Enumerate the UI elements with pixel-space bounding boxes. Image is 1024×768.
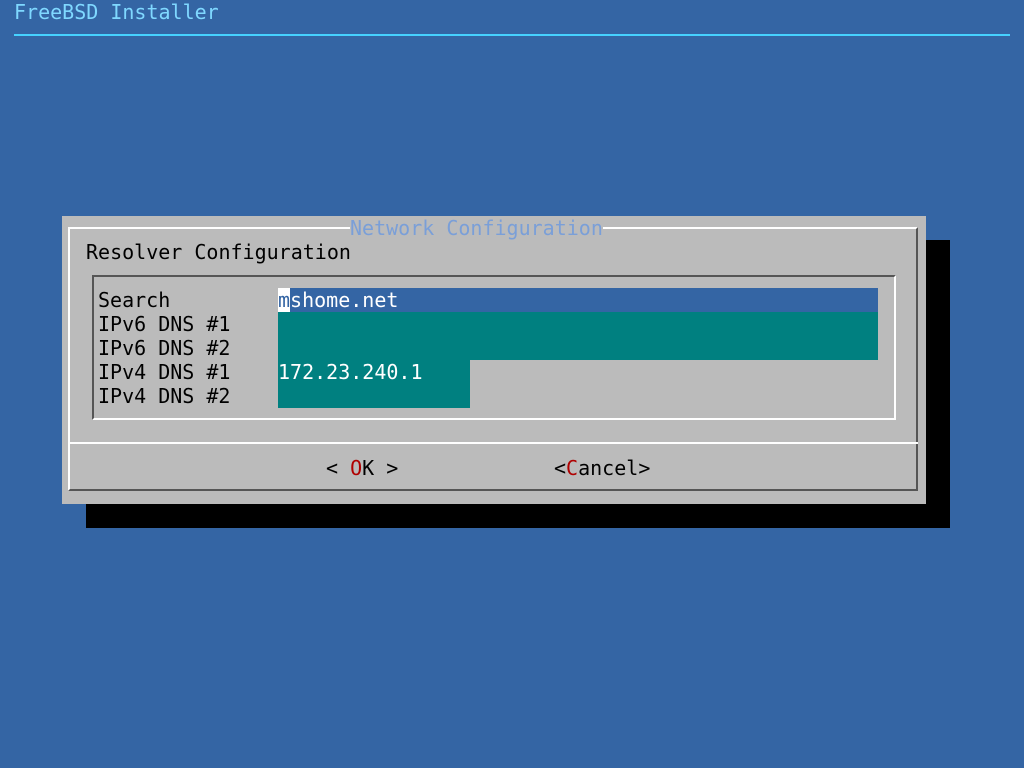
cancel-left-bracket: < [554,456,567,480]
search-value: shome.net [290,288,399,312]
ok-button[interactable]: < OK > [326,456,398,480]
ipv4-dns-2-label: IPv4 DNS #2 [98,384,231,408]
ok-hotkey: O [350,456,363,480]
installer-backtitle: FreeBSD Installer [14,0,219,24]
ok-left-bracket: < [326,456,339,480]
cancel-label-rest: ancel [578,456,639,480]
search-label: Search [98,288,171,312]
text-cursor: m [278,288,291,312]
network-configuration-dialog: Network Configuration Resolver Configura… [62,216,926,504]
installer-screen: FreeBSD Installer Network Configuration … [0,0,1024,768]
ipv6-dns-2-label: IPv6 DNS #2 [98,336,231,360]
ipv6-dns-1-field[interactable] [278,312,878,336]
ok-right-bracket: > [386,456,399,480]
search-field[interactable]: mshome.net [278,288,878,312]
ipv6-dns-2-field[interactable] [278,336,878,360]
dialog-prompt: Resolver Configuration [86,240,351,264]
ipv4-dns-2-field[interactable] [278,384,470,408]
ok-label-rest: K [362,456,375,480]
dialog-title: Network Configuration [350,216,603,240]
cancel-right-bracket: > [638,456,651,480]
button-separator [68,442,918,444]
backtitle-rule [14,34,1010,36]
ipv4-dns-1-field[interactable]: 172.23.240.1 [278,360,470,384]
ipv6-dns-1-label: IPv6 DNS #1 [98,312,231,336]
ipv4-dns-1-label: IPv4 DNS #1 [98,360,231,384]
cancel-hotkey: C [566,456,579,480]
cancel-button[interactable]: <Cancel> [554,456,650,480]
button-bar: < OK > <Cancel> [62,456,926,480]
